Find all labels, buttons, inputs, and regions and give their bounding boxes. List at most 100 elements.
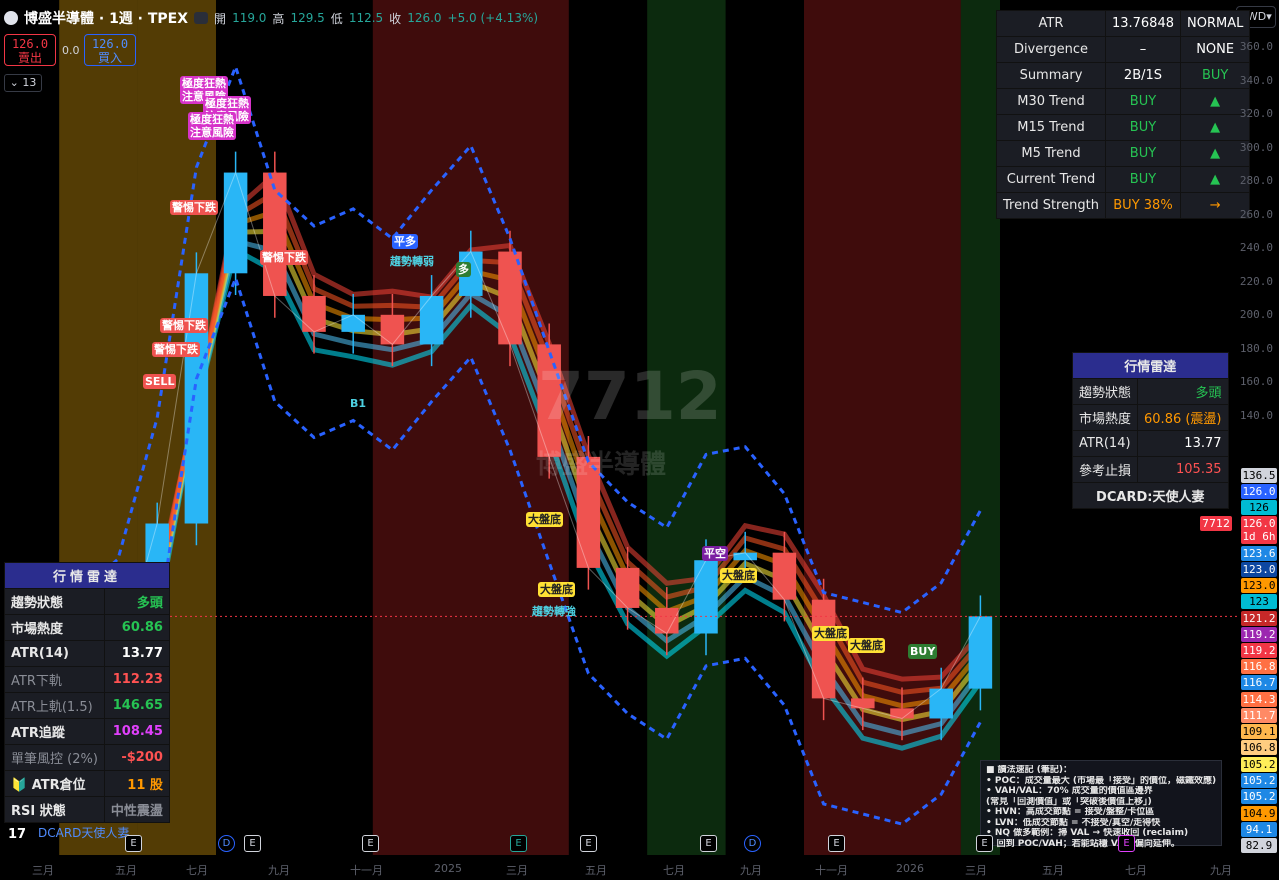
signal-label: SELL (143, 374, 177, 389)
buy-price: 126.0 (91, 37, 129, 51)
signal-text: SELL (145, 375, 175, 388)
radar-row-value: 105.35 (1137, 456, 1229, 483)
tradingview-logo-icon[interactable]: 17 (8, 827, 26, 842)
candle-body (929, 688, 953, 719)
candle-body (968, 616, 993, 689)
earnings-marker[interactable]: E (700, 835, 717, 852)
signal-text: B1 (350, 397, 367, 410)
time-tick: 三月 (32, 864, 54, 877)
chevron-down-icon: ▾ (1266, 10, 1272, 23)
radar-row-label: ATR下軌 (4, 666, 105, 693)
earnings-marker[interactable]: E (244, 835, 261, 852)
earnings-marker[interactable]: E (1118, 835, 1135, 852)
price-tick: 360.0 (1239, 40, 1273, 53)
signal-text: 平多 (394, 235, 416, 248)
buy-button[interactable]: 126.0 買入 (84, 34, 136, 66)
time-tick: 十一月 (350, 864, 383, 877)
price-axis-label: 105.2 (1241, 773, 1277, 788)
indicators-toggle[interactable]: ⌄ 13 (4, 74, 42, 92)
note-line: • NQ 做多範例：掃 VAL → 快速收回 (reclaim) (986, 828, 1189, 838)
signal-text: 大盤底 (540, 583, 573, 596)
radar-title: 行情雷達 (1072, 352, 1229, 379)
close-label: 收 (389, 11, 402, 26)
symbol-title[interactable]: 博盛半導體 · 1週 · TPEX (24, 8, 188, 28)
candle-body (772, 552, 797, 600)
signal-text: 極度狂熱 (205, 97, 249, 110)
signal-text: 大盤底 (814, 627, 847, 640)
radar-row-value: 108.45 (103, 718, 170, 745)
price-tick: 140.0 (1239, 408, 1273, 422)
watermark-symbol: 7712 (538, 358, 722, 435)
time-tick: 2025 (434, 862, 462, 875)
signal-label: 警惕下跌 (160, 318, 208, 333)
price-axis-label: 136.5 (1241, 468, 1277, 483)
sell-button[interactable]: 126.0 賣出 (4, 34, 56, 66)
left-table-footer: DCARD天使人妻 (38, 826, 130, 840)
atr-row-value: BUY (1104, 166, 1181, 193)
radar-row-label: 參考止損 (1071, 456, 1139, 483)
signal-label: 大盤底 (526, 512, 563, 527)
price-axis-label: 114.3 (1241, 692, 1277, 707)
radar-row: 趨勢狀態 多頭 (1071, 378, 1229, 405)
candle-body (694, 560, 718, 634)
radar-row-label: ATR上軌(1.5) (4, 692, 105, 719)
radar-header: 行情雷達 (1072, 352, 1229, 379)
earnings-marker[interactable]: E (828, 835, 845, 852)
atr-row: Divergence – NONE (996, 36, 1251, 63)
candle-body (655, 607, 679, 634)
atr-row-status: NORMAL (1179, 10, 1251, 37)
earnings-marker[interactable]: E (580, 835, 597, 852)
earnings-marker[interactable]: E (362, 835, 379, 852)
signal-label: 大盤底 (848, 638, 885, 653)
earnings-marker[interactable]: E (976, 835, 993, 852)
signal-text: 警惕下跌 (172, 201, 216, 214)
signal-label: 大盤底 (812, 626, 849, 641)
low-value: 112.5 (348, 11, 384, 25)
signal-label: 警惕下跌 (260, 250, 308, 265)
note-line: • LVN：低成交節點 = 不接受/真空/走得快 (986, 817, 1161, 828)
price-tick: 160.0 (1239, 375, 1273, 388)
signal-text: 趨勢轉強 (532, 605, 576, 618)
candle-body (851, 698, 875, 709)
atr-row-label: M30 Trend (996, 88, 1106, 115)
earnings-marker[interactable]: E (125, 835, 142, 852)
signal-label: 警惕下跌 (170, 200, 218, 215)
atr-row-value: 13.76848 (1104, 10, 1181, 37)
earnings-marker[interactable]: E (510, 835, 527, 852)
candle-body (302, 295, 326, 332)
price-axis-label: 116.7 (1241, 675, 1277, 690)
atr-row-value: 2B/1S (1104, 62, 1181, 89)
radar-row: 🔰 ATR倉位 11 股 (4, 770, 170, 797)
time-tick: 五月 (115, 864, 137, 877)
atr-row-value: BUY (1104, 140, 1181, 167)
radar-row-label: 趨勢狀態 (1071, 378, 1139, 405)
watermark-name: 博盛半導體 (536, 450, 667, 480)
radar-row-value: 多頭 (1137, 378, 1229, 405)
price-tick: 200.0 (1239, 308, 1273, 321)
signal-label: BUY (908, 644, 938, 659)
price-tick: 180.0 (1239, 341, 1273, 355)
signal-label: 大盤底 (538, 582, 575, 597)
radar-row: 市場熱度 60.86 (震盪) (1071, 404, 1229, 431)
market-radar-left: 行情雷達 趨勢狀態 多頭 市場熱度 60.86 ATR(14) 13.77 ATR下軌 112.… (4, 562, 170, 823)
radar-row-label: ATR(14) (1071, 430, 1139, 457)
candle-body (811, 599, 836, 699)
price-tick: 260.0 (1239, 207, 1273, 221)
note-line: ■ 讀法速記 (筆記)： (986, 765, 1072, 775)
time-tick: 九月 (1210, 864, 1232, 877)
open-label: 開 (214, 11, 227, 26)
radar-row-value: 60.86 (103, 614, 170, 641)
candle-body (223, 172, 248, 274)
open-value: 119.0 (232, 11, 267, 25)
radar-row-value: 中性震盪 (103, 796, 170, 823)
price-axis-label: 123.0 (1241, 562, 1277, 577)
visibility-icon[interactable] (194, 12, 209, 24)
radar-row-value: -$200 (103, 744, 170, 771)
dividend-marker[interactable]: D (744, 835, 761, 852)
atr-row-label: M5 Trend (996, 140, 1106, 167)
note-line: → 回到 POC/VAH；若能站穩 VAH 偏向延伸。 (986, 838, 1180, 849)
signal-text: 大盤底 (850, 639, 883, 652)
dividend-marker[interactable]: D (218, 835, 235, 852)
time-tick: 七月 (186, 864, 208, 877)
sell-label: 賣出 (17, 51, 42, 65)
